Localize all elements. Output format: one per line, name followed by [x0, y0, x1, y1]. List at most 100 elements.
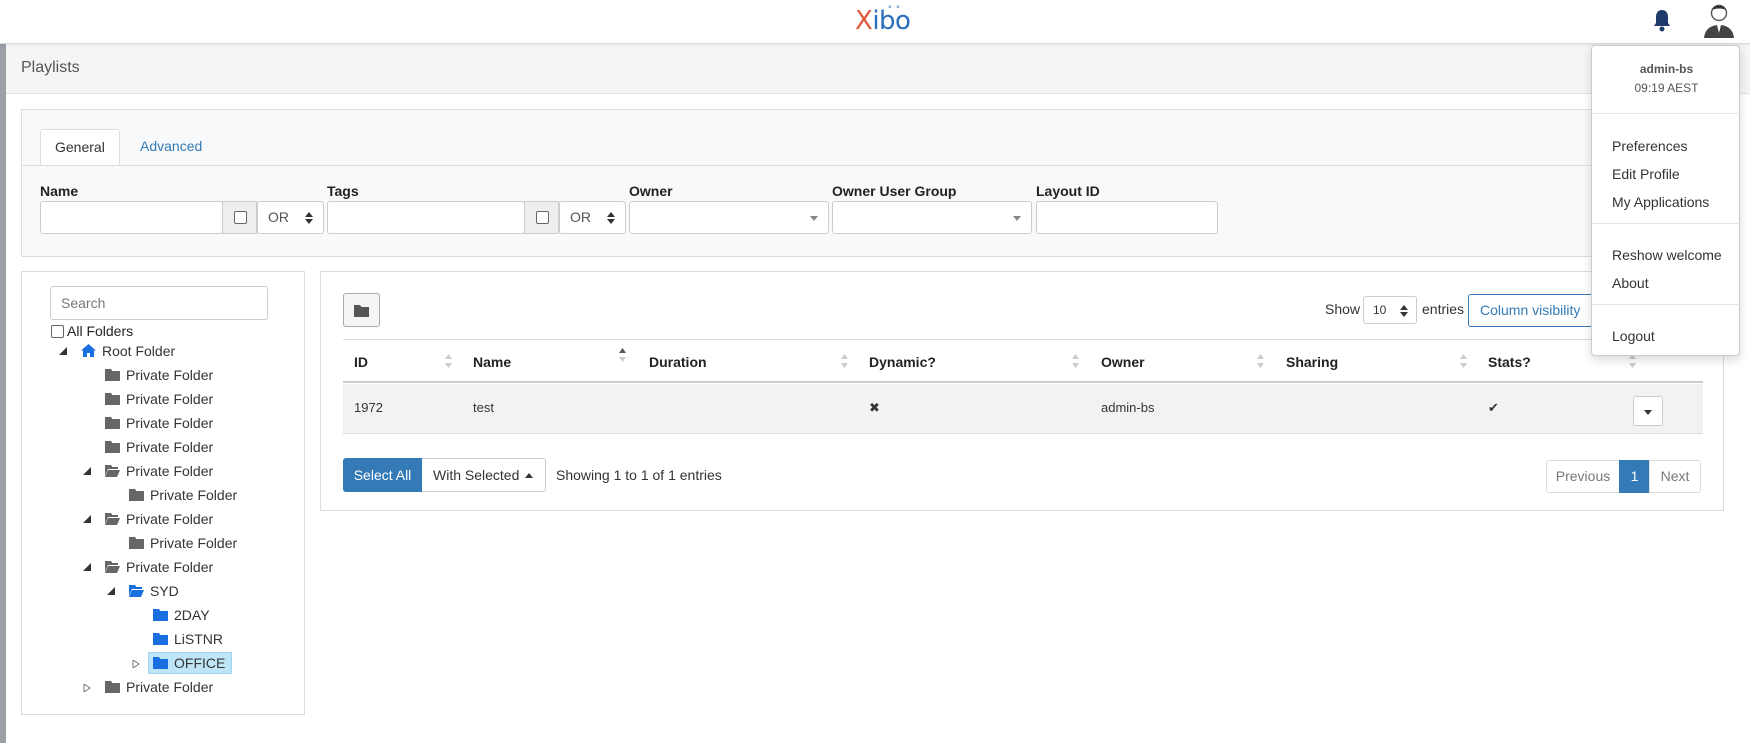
- tags-label: Tags: [327, 183, 359, 199]
- tree-node-private-7[interactable]: Private Folder: [105, 556, 213, 578]
- chevron-down-icon: [810, 216, 818, 221]
- with-selected-label: With Selected: [433, 467, 520, 483]
- select-arrows-icon: [305, 212, 313, 224]
- folder-toggle-button[interactable]: [343, 293, 380, 327]
- col-name[interactable]: Name: [473, 354, 511, 370]
- col-id[interactable]: ID: [354, 354, 368, 370]
- tags-logic-select[interactable]: OR: [559, 201, 626, 234]
- tree-node-syd[interactable]: SYD: [129, 580, 179, 602]
- expanded-toggle-icon[interactable]: [83, 563, 91, 571]
- name-input[interactable]: [40, 201, 223, 234]
- col-duration[interactable]: Duration: [649, 354, 707, 370]
- cell-stats-check-icon: ✔: [1488, 400, 1499, 415]
- tab-general[interactable]: General: [40, 129, 120, 166]
- folder-icon: [129, 537, 144, 549]
- tree-node-root[interactable]: Root Folder: [81, 340, 175, 362]
- owner-select[interactable]: [629, 201, 829, 234]
- tree-node-private-5a[interactable]: Private Folder: [129, 484, 237, 506]
- menu-item-logout[interactable]: Logout: [1612, 328, 1655, 344]
- tree-node-private-2[interactable]: Private Folder: [105, 388, 213, 410]
- tags-regex-checkbox[interactable]: [524, 201, 559, 234]
- layout-id-input[interactable]: [1036, 201, 1218, 234]
- xibo-logo[interactable]: Xibo: [855, 6, 911, 36]
- folder-search-input[interactable]: Search: [50, 286, 268, 320]
- tree-node-private-5[interactable]: Private Folder: [105, 460, 213, 482]
- table-row[interactable]: 1972 test ✖ admin-bs ✔: [343, 384, 1703, 434]
- tree-node-private-4[interactable]: Private Folder: [105, 436, 213, 458]
- next-page-button[interactable]: Next: [1649, 460, 1701, 493]
- folder-tree-panel: Search All Folders Root Folder Private F…: [21, 271, 305, 715]
- tree-node-label: Private Folder: [126, 559, 214, 575]
- folder-icon: [153, 633, 168, 645]
- cell-owner: admin-bs: [1101, 400, 1155, 415]
- all-folders-box[interactable]: [51, 325, 64, 338]
- row-actions-button[interactable]: [1633, 396, 1663, 426]
- folder-open-icon: [129, 585, 144, 597]
- col-stats[interactable]: Stats?: [1488, 354, 1531, 370]
- entries-per-page-select[interactable]: 10: [1363, 296, 1417, 324]
- chevron-down-icon: [1013, 216, 1021, 221]
- tabs-divider: [22, 165, 1722, 166]
- page-1-button[interactable]: 1: [1619, 460, 1650, 493]
- select-arrows-icon: [1400, 305, 1408, 317]
- page-header: Playlists: [6, 44, 1750, 94]
- user-avatar-icon[interactable]: [1700, 0, 1738, 38]
- tree-node-2day[interactable]: 2DAY: [153, 604, 210, 626]
- menu-item-edit-profile[interactable]: Edit Profile: [1612, 166, 1680, 182]
- tags-checkbox-box[interactable]: [536, 211, 549, 224]
- select-all-button[interactable]: Select All: [343, 458, 422, 492]
- page-title: Playlists: [21, 59, 80, 76]
- expanded-toggle-icon[interactable]: [83, 515, 91, 523]
- col-sharing[interactable]: Sharing: [1286, 354, 1338, 370]
- entries-label: entries: [1422, 301, 1465, 317]
- logo-dots: ° °: [888, 4, 901, 14]
- menu-item-about[interactable]: About: [1612, 275, 1649, 291]
- bell-icon[interactable]: [1651, 8, 1673, 32]
- name-logic-value: OR: [268, 209, 289, 225]
- tags-input[interactable]: [327, 201, 525, 234]
- tree-node-private-3[interactable]: Private Folder: [105, 412, 213, 434]
- tree-node-private-6a[interactable]: Private Folder: [129, 532, 237, 554]
- expanded-toggle-icon[interactable]: [107, 587, 115, 595]
- menu-item-my-applications[interactable]: My Applications: [1612, 194, 1709, 210]
- sort-icon: [1629, 354, 1636, 368]
- col-owner[interactable]: Owner: [1101, 354, 1145, 370]
- name-checkbox-box[interactable]: [234, 211, 247, 224]
- folder-icon: [105, 393, 120, 405]
- tree-node-label: 2DAY: [174, 607, 210, 623]
- expanded-toggle-icon[interactable]: [83, 467, 91, 475]
- owner-group-label: Owner User Group: [832, 183, 957, 199]
- collapsed-toggle-icon[interactable]: [132, 660, 140, 668]
- tree-node-private-8[interactable]: Private Folder: [105, 676, 213, 698]
- expanded-toggle-icon[interactable]: [59, 347, 67, 355]
- filter-panel: General Advanced Name OR Tags OR Owner O…: [21, 109, 1722, 257]
- tree-node-private-1[interactable]: Private Folder: [105, 364, 213, 386]
- name-logic-select[interactable]: OR: [257, 201, 324, 234]
- user-dropdown-menu: admin-bs 09:19 AEST Preferences Edit Pro…: [1591, 45, 1741, 356]
- tree-node-label: LiSTNR: [174, 631, 224, 647]
- sort-asc-icon: [619, 348, 626, 362]
- collapsed-toggle-icon[interactable]: [83, 684, 91, 692]
- pagination-info: Showing 1 to 1 of 1 entries: [556, 467, 722, 483]
- tab-advanced[interactable]: Advanced: [126, 129, 216, 166]
- username: admin-bs: [1639, 62, 1694, 76]
- tree-node-office[interactable]: OFFICE: [148, 652, 233, 674]
- cell-id: 1972: [354, 400, 383, 415]
- all-folders-checkbox[interactable]: All Folders: [51, 323, 133, 339]
- name-regex-checkbox[interactable]: [222, 201, 257, 234]
- tree-node-private-6[interactable]: Private Folder: [105, 508, 213, 530]
- with-selected-button[interactable]: With Selected: [422, 458, 546, 492]
- column-visibility-button[interactable]: Column visibility: [1468, 294, 1608, 327]
- owner-label: Owner: [629, 183, 673, 199]
- menu-item-reshow-welcome[interactable]: Reshow welcome: [1612, 247, 1722, 263]
- col-dynamic[interactable]: Dynamic?: [869, 354, 936, 370]
- tree-node-label: SYD: [150, 583, 179, 599]
- tree-node-listnr[interactable]: LiSTNR: [153, 628, 223, 650]
- menu-item-preferences[interactable]: Preferences: [1612, 138, 1687, 154]
- owner-group-select[interactable]: [832, 201, 1032, 234]
- tree-node-label: Private Folder: [126, 511, 214, 527]
- table-header: ID Name Duration Dynamic? Owner Sharing …: [343, 339, 1703, 383]
- previous-page-button[interactable]: Previous: [1546, 460, 1620, 493]
- folder-icon: [105, 441, 120, 453]
- menu-divider: [1592, 113, 1741, 114]
